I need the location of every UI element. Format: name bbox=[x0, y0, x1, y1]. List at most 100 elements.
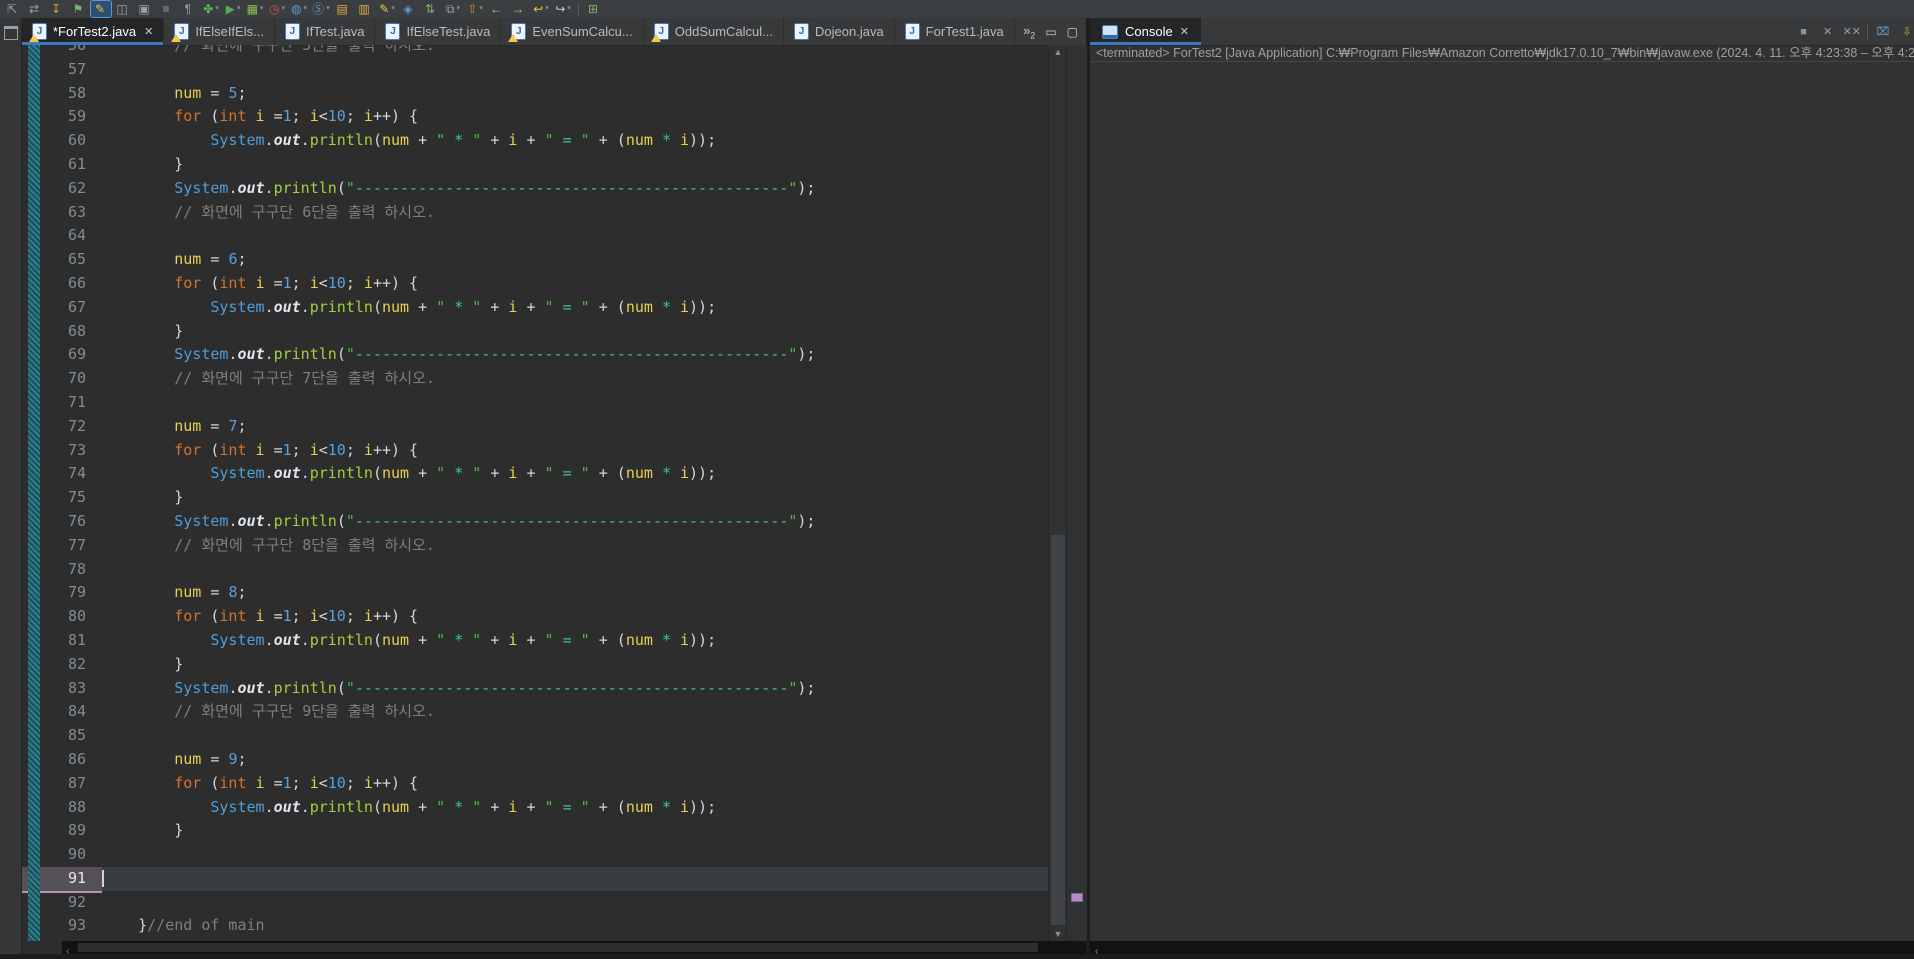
forward-icon[interactable]: ↪ ▾ bbox=[553, 1, 573, 17]
editor-tab[interactable]: J Dojeon.java ✕ bbox=[784, 18, 895, 45]
restore-view-icon[interactable] bbox=[4, 26, 18, 40]
chevron-down-icon[interactable]: ▾ bbox=[545, 1, 549, 17]
open-console-icon[interactable]: ⊞ bbox=[584, 1, 604, 17]
team-sync-icon[interactable]: ⇅ bbox=[421, 1, 441, 17]
code-line[interactable]: 61 } bbox=[22, 153, 1048, 177]
code-line[interactable]: 85 bbox=[22, 724, 1048, 748]
link-with-editor-icon[interactable]: ⇄ bbox=[25, 1, 45, 17]
chevron-down-icon[interactable]: ▾ bbox=[391, 1, 395, 17]
scroll-left-icon[interactable]: ‹ bbox=[1090, 946, 1103, 957]
annotate-icon[interactable]: ✎ ▾ bbox=[377, 1, 397, 17]
secure-storage-icon[interactable]: ◈ bbox=[399, 1, 419, 17]
editor-tab[interactable]: J *ForTest2.java ✕ bbox=[22, 18, 165, 45]
editor-tab[interactable]: J IfTest.java ✕ bbox=[275, 18, 376, 45]
code-line[interactable]: 79 num = 8; bbox=[22, 581, 1048, 605]
remove-all-launches-icon[interactable]: ✕✕ bbox=[1843, 24, 1861, 40]
minimize-icon[interactable]: ▭ bbox=[1045, 25, 1056, 39]
code-line[interactable]: 60 System.out.println(num + " * " + i + … bbox=[22, 129, 1048, 153]
profile-icon[interactable]: ◷ ▾ bbox=[267, 1, 287, 17]
code-line[interactable]: 65 num = 6; bbox=[22, 248, 1048, 272]
import-icon[interactable]: ↧ bbox=[47, 1, 67, 17]
previous-annotation-icon[interactable]: ← bbox=[487, 1, 507, 17]
code-line[interactable]: 80 for (int i =1; i<10; i++) { bbox=[22, 605, 1048, 629]
code-line[interactable]: 68 } bbox=[22, 320, 1048, 344]
collapse-all-icon[interactable]: ⇱ bbox=[3, 1, 23, 17]
remove-launch-icon[interactable]: ✕ bbox=[1819, 24, 1837, 40]
maximize-icon[interactable]: ▢ bbox=[1067, 25, 1078, 39]
code-line[interactable]: 72 num = 7; bbox=[22, 415, 1048, 439]
chevron-down-icon[interactable]: ▾ bbox=[237, 1, 241, 17]
more-tabs-button[interactable]: »2 bbox=[1023, 23, 1035, 41]
chevron-down-icon[interactable]: ▾ bbox=[326, 1, 330, 17]
scroll-down-icon[interactable]: ▼ bbox=[1049, 929, 1067, 939]
code-line[interactable]: 70 // 화면에 구구단 7단을 출력 하시오. bbox=[22, 367, 1048, 391]
open-resource-icon[interactable]: ▥ bbox=[355, 1, 375, 17]
toolbar-icon[interactable] bbox=[578, 2, 579, 16]
currency-tool-icon[interactable]: Ⓢ ▾ bbox=[311, 1, 331, 17]
code-line[interactable]: 75 } bbox=[22, 486, 1048, 510]
scroll-up-icon[interactable]: ▲ bbox=[1049, 47, 1067, 57]
console-toolbar-icon[interactable] bbox=[1867, 24, 1868, 39]
code-line[interactable]: 67 System.out.println(num + " * " + i + … bbox=[22, 296, 1048, 320]
tab-console[interactable]: Console ✕ bbox=[1090, 18, 1201, 45]
code-line[interactable]: 86 num = 9; bbox=[22, 748, 1048, 772]
chevron-down-icon[interactable]: ▾ bbox=[479, 1, 483, 17]
code-line[interactable]: 78 bbox=[22, 558, 1048, 582]
code-line[interactable]: 64 bbox=[22, 224, 1048, 248]
code-line[interactable]: 93 }//end of main bbox=[22, 914, 1048, 938]
back-icon[interactable]: ↩ ▾ bbox=[531, 1, 551, 17]
close-icon[interactable]: ✕ bbox=[1180, 25, 1189, 38]
open-type-icon[interactable]: ▤ bbox=[333, 1, 353, 17]
terminate-icon[interactable]: ■ bbox=[1795, 24, 1813, 40]
console-output[interactable] bbox=[1090, 61, 1914, 941]
code-line[interactable]: 74 System.out.println(num + " * " + i + … bbox=[22, 462, 1048, 486]
code-line[interactable]: 57 bbox=[22, 58, 1048, 82]
code-editor[interactable]: 56 // 화면에 구구단 5단을 출력 하시오. 57 58 num = 5;… bbox=[22, 45, 1048, 941]
show-selected-element-icon[interactable]: ◫ bbox=[113, 1, 133, 17]
editor-tab[interactable]: J IfElseTest.java ✕ bbox=[375, 18, 502, 45]
coverage-icon[interactable]: ▦ ▾ bbox=[245, 1, 265, 17]
console-horizontal-scrollbar[interactable]: ‹ bbox=[1090, 941, 1914, 957]
code-line[interactable]: 92 bbox=[22, 891, 1048, 915]
code-line[interactable]: 56 // 화면에 구구단 5단을 출력 하시오. bbox=[22, 45, 1048, 58]
code-line[interactable]: 77 // 화면에 구구단 8단을 출력 하시오. bbox=[22, 534, 1048, 558]
cursor-position-marker[interactable] bbox=[1071, 893, 1083, 902]
code-line[interactable]: 87 for (int i =1; i<10; i++) { bbox=[22, 772, 1048, 796]
debug-icon[interactable]: ✤ ▾ bbox=[201, 1, 221, 17]
code-line[interactable]: 84 // 화면에 구구단 9단을 출력 하시오. bbox=[22, 700, 1048, 724]
push-icon[interactable]: ⇧ ▾ bbox=[465, 1, 485, 17]
code-line[interactable]: 88 System.out.println(num + " * " + i + … bbox=[22, 796, 1048, 820]
scrollbar-thumb[interactable] bbox=[1051, 535, 1065, 925]
chevron-down-icon[interactable]: ▾ bbox=[260, 1, 264, 17]
editor-tab[interactable]: J EvenSumCalcu... ✕ bbox=[501, 18, 644, 45]
chevron-down-icon[interactable]: ▾ bbox=[457, 1, 461, 17]
code-line[interactable]: 82 } bbox=[22, 653, 1048, 677]
run-icon[interactable]: ▶ ▾ bbox=[223, 1, 243, 17]
code-line[interactable]: 69 System.out.println("-----------------… bbox=[22, 343, 1048, 367]
code-line[interactable]: 81 System.out.println(num + " * " + i + … bbox=[22, 629, 1048, 653]
code-line[interactable]: 63 // 화면에 구구단 6단을 출력 하시오. bbox=[22, 201, 1048, 225]
code-line[interactable]: 59 for (int i =1; i<10; i++) { bbox=[22, 105, 1048, 129]
code-line[interactable]: 71 bbox=[22, 391, 1048, 415]
checkin-icon[interactable]: ⧉ ▾ bbox=[443, 1, 463, 17]
mark-occurrences-icon[interactable]: ✎ bbox=[90, 0, 112, 18]
external-browser-icon[interactable]: ◍ ▾ bbox=[289, 1, 309, 17]
code-line[interactable]: 91 bbox=[22, 866, 1048, 891]
code-line[interactable]: 58 num = 5; bbox=[22, 82, 1048, 106]
editor-tab[interactable]: J IfElseIfEls... ✕ bbox=[164, 18, 275, 45]
chevron-down-icon[interactable]: ▾ bbox=[567, 1, 571, 17]
editor-tab[interactable]: J OddSumCalcul... ✕ bbox=[644, 18, 785, 45]
chevron-down-icon[interactable]: ▾ bbox=[281, 1, 285, 17]
code-line[interactable]: 62 System.out.println("-----------------… bbox=[22, 177, 1048, 201]
code-line[interactable]: 76 System.out.println("-----------------… bbox=[22, 510, 1048, 534]
breakpoint-flag-icon[interactable]: ⚑ bbox=[69, 1, 89, 17]
scroll-left-icon[interactable]: ‹ bbox=[62, 946, 73, 957]
code-line[interactable]: 90 bbox=[22, 843, 1048, 867]
scrollbar-thumb[interactable] bbox=[78, 943, 1038, 952]
scroll-lock-icon[interactable]: ⇩ bbox=[1898, 24, 1914, 40]
code-line[interactable]: 83 System.out.println("-----------------… bbox=[22, 677, 1048, 701]
editor-horizontal-scrollbar[interactable]: ‹ bbox=[62, 941, 1086, 957]
next-annotation-icon[interactable]: → bbox=[509, 1, 529, 17]
clear-console-icon[interactable]: ⌧ bbox=[1874, 24, 1892, 40]
code-line[interactable]: 66 for (int i =1; i<10; i++) { bbox=[22, 272, 1048, 296]
